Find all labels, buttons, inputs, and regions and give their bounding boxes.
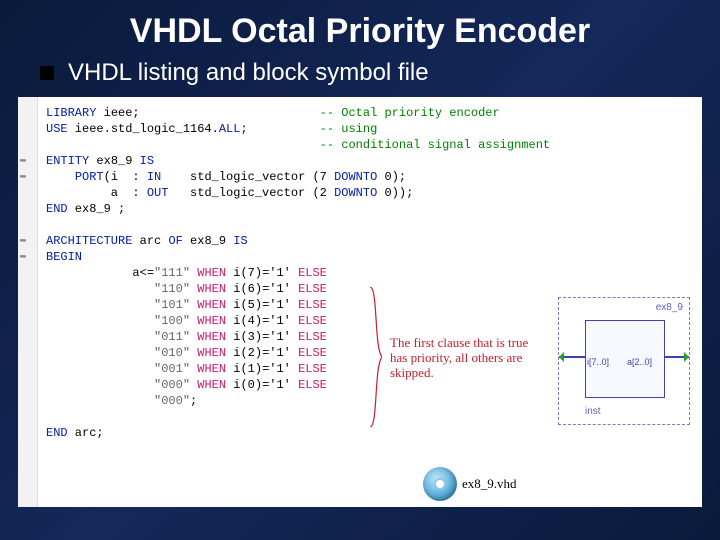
symbol-port-out-label: a[2..0] bbox=[627, 354, 652, 370]
code-panel: ▬▬▬▬ LIBRARY ieee; -- Octal priority enc… bbox=[18, 97, 702, 507]
symbol-instance-label: inst bbox=[585, 404, 601, 420]
slide-title: VHDL Octal Priority Encoder bbox=[0, 0, 720, 59]
fold-mark-icon: ▬ bbox=[20, 169, 26, 185]
annotation-text: The first clause that is true has priori… bbox=[390, 335, 540, 380]
cd-icon bbox=[423, 467, 457, 501]
subtitle-row: VHDL listing and block symbol file bbox=[0, 59, 720, 87]
disc-filename: ex8_9.vhd bbox=[462, 476, 517, 492]
symbol-entity-name: ex8_9 bbox=[656, 300, 683, 316]
fold-mark-icon: ▬ bbox=[20, 249, 26, 265]
symbol-output-pin bbox=[663, 356, 689, 358]
block-symbol: ex8_9 i[7..0] a[2..0] inst bbox=[558, 297, 690, 425]
symbol-input-pin bbox=[559, 356, 585, 358]
subtitle-text: VHDL listing and block symbol file bbox=[68, 59, 429, 87]
annotation-brace bbox=[368, 287, 382, 427]
symbol-port-in-label: i[7..0] bbox=[587, 354, 609, 370]
code-gutter: ▬▬▬▬ bbox=[18, 97, 38, 507]
fold-mark-icon: ▬ bbox=[20, 233, 26, 249]
bullet-icon bbox=[40, 66, 54, 80]
fold-mark-icon: ▬ bbox=[20, 153, 26, 169]
